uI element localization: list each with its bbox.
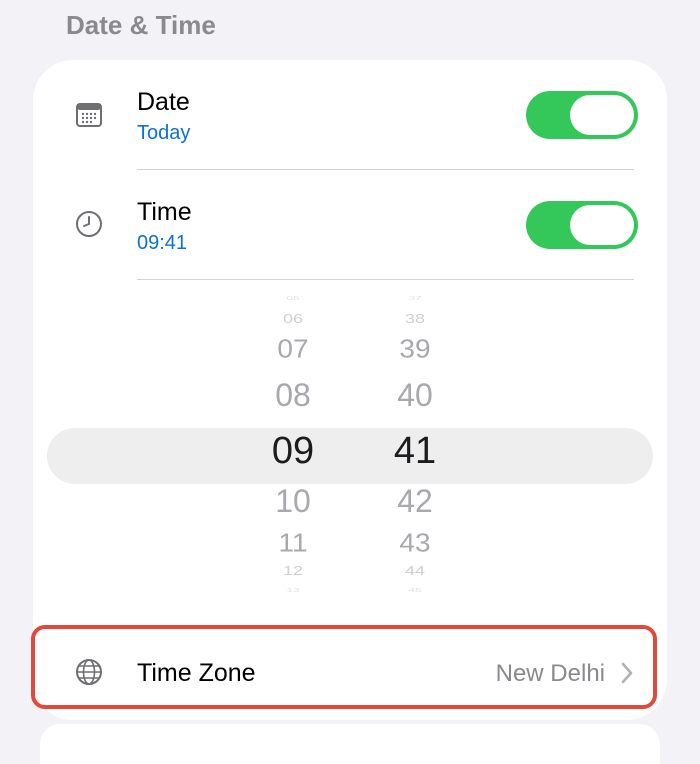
hour-item[interactable]: 12	[253, 565, 333, 578]
minute-item[interactable]: 37	[375, 295, 455, 300]
clock-icon	[73, 208, 105, 240]
date-row[interactable]: Date Today	[33, 60, 667, 170]
hour-item[interactable]: 11	[253, 530, 333, 556]
calendar-icon	[73, 99, 105, 131]
minute-item[interactable]: 43	[375, 530, 455, 556]
minute-item[interactable]: 42	[375, 485, 455, 517]
time-title: Time	[137, 198, 192, 226]
date-time-card: Date Today Time 09:41 05 06 07 08 09 10 11 12 13…	[33, 60, 667, 720]
minute-item[interactable]: 39	[375, 336, 455, 362]
time-row[interactable]: Time 09:41	[33, 170, 667, 280]
time-zone-highlight-box	[31, 625, 657, 709]
minute-wheel[interactable]: 37 38 39 40 41 42 43 44 45	[375, 295, 455, 600]
row-separator	[137, 279, 634, 280]
minute-item[interactable]: 38	[375, 313, 455, 326]
hour-item[interactable]: 09	[253, 432, 333, 470]
hour-item[interactable]: 07	[253, 336, 333, 362]
time-toggle[interactable]	[526, 201, 638, 249]
minute-item[interactable]: 45	[375, 587, 455, 592]
date-subtitle[interactable]: Today	[137, 122, 190, 145]
minute-item[interactable]: 40	[375, 379, 455, 411]
hour-item[interactable]: 08	[253, 379, 333, 411]
date-title: Date	[137, 88, 190, 116]
next-card	[40, 724, 660, 764]
minute-item[interactable]: 41	[375, 432, 455, 470]
minute-item[interactable]: 44	[375, 565, 455, 578]
hour-item[interactable]: 05	[253, 295, 333, 300]
toggle-knob	[570, 205, 634, 245]
date-toggle[interactable]	[526, 91, 638, 139]
hour-item[interactable]: 06	[253, 313, 333, 326]
toggle-knob	[570, 95, 634, 135]
time-subtitle[interactable]: 09:41	[137, 232, 187, 255]
hour-item[interactable]: 13	[253, 587, 333, 592]
hour-item[interactable]: 10	[253, 485, 333, 517]
section-header: Date & Time	[66, 10, 216, 40]
picker-selection-band	[47, 428, 653, 484]
time-picker[interactable]: 05 06 07 08 09 10 11 12 13 37 38 39 40 41 42 43 44 45	[47, 295, 653, 600]
hour-wheel[interactable]: 05 06 07 08 09 10 11 12 13	[253, 295, 333, 600]
